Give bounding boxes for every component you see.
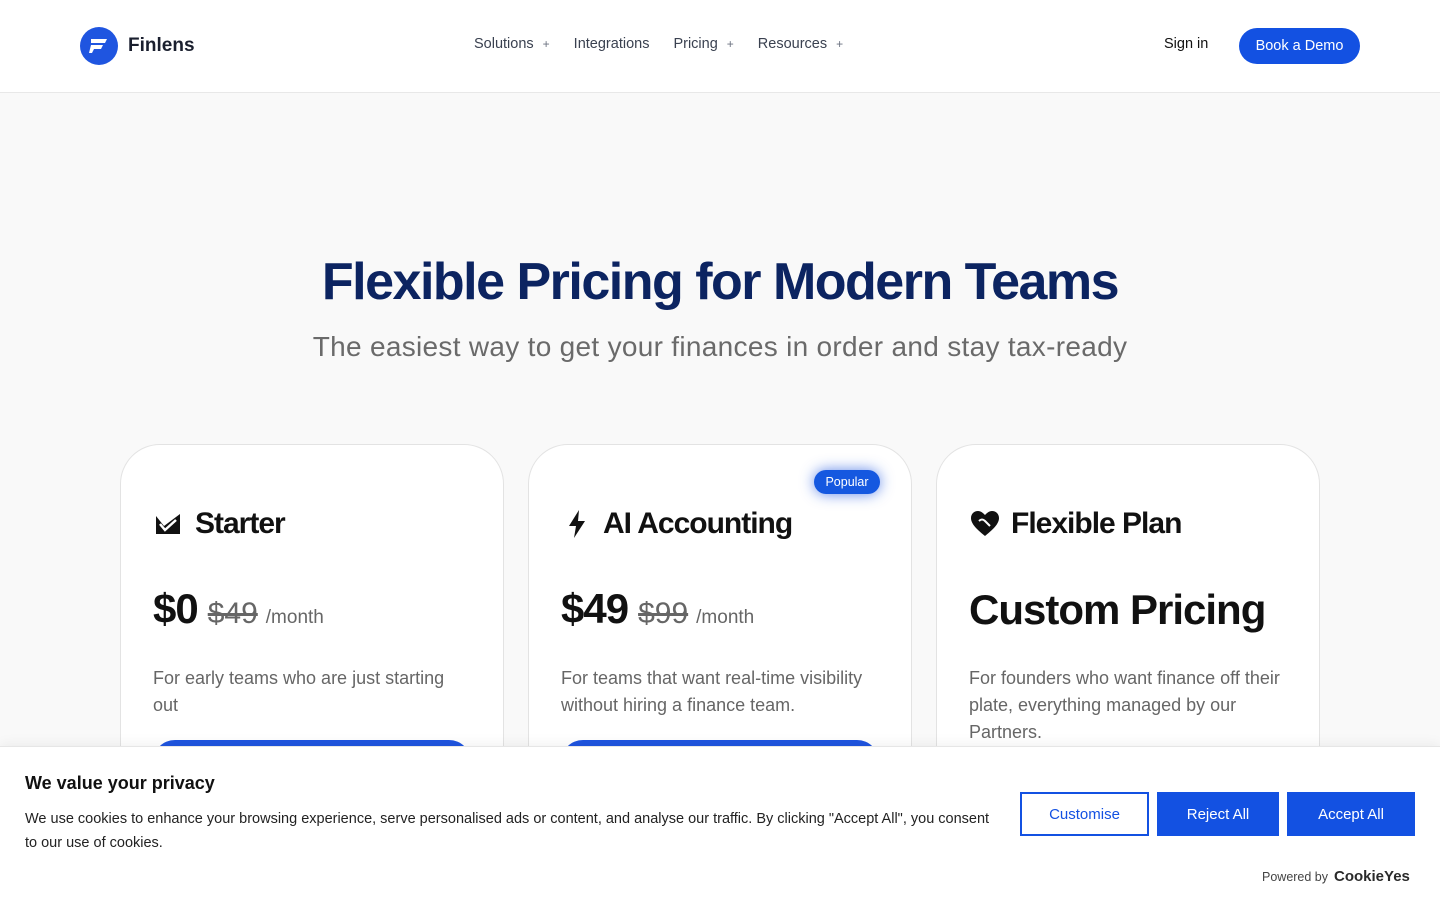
heart-icon [969, 508, 1001, 540]
nav-solutions-label: Solutions [474, 36, 534, 52]
nav-solutions[interactable]: Solutions + [474, 36, 550, 52]
reject-all-button[interactable]: Reject All [1157, 792, 1279, 836]
nav-integrations-label: Integrations [573, 36, 650, 52]
powered-by: Powered by CookieYes [1262, 868, 1410, 885]
plus-icon: + [542, 37, 550, 51]
plus-icon: + [836, 37, 844, 51]
price-row: $49 $99 /month [561, 585, 754, 633]
cookie-banner: We value your privacy We use cookies to … [0, 746, 1440, 900]
page-title: Flexible Pricing for Modern Teams [321, 253, 1120, 311]
brand-name: Finlens [128, 35, 195, 56]
cookie-title: We value your privacy [25, 773, 215, 793]
powered-by-label: Powered by [1262, 869, 1329, 884]
plan-name: Starter [195, 507, 286, 540]
plan-description: For teams that want real-time visibility… [561, 668, 863, 715]
nav-integrations[interactable]: Integrations [574, 36, 650, 52]
plan-header: AI Accounting [561, 507, 793, 541]
accept-all-button[interactable]: Accept All [1287, 792, 1415, 836]
plan-header: Flexible Plan [969, 507, 1182, 541]
cookieyes-logo[interactable]: CookieYes [1334, 868, 1410, 885]
plan-old-price: $99 [638, 597, 689, 630]
nav-pricing[interactable]: Pricing + [673, 36, 733, 52]
plan-name: Flexible Plan [1011, 507, 1182, 540]
site-header: Finlens Solutions + Integrations Pricing… [0, 0, 1440, 93]
plan-name: AI Accounting [603, 507, 793, 540]
popular-badge: Popular [814, 470, 880, 494]
plus-icon: + [726, 37, 734, 51]
nav-resources-label: Resources [757, 36, 828, 52]
starter-check-icon [153, 508, 185, 540]
plan-description: For early teams who are just starting ou… [153, 668, 445, 715]
plan-price: Custom Pricing [969, 586, 1266, 633]
plan-period: /month [265, 607, 324, 628]
cookie-text: We use cookies to enhance your browsing … [25, 811, 990, 851]
plan-old-price: $49 [207, 597, 258, 630]
plan-price: $49 [561, 585, 629, 632]
customise-button[interactable]: Customise [1020, 792, 1149, 836]
price-row: $0 $49 /month [153, 585, 324, 633]
page-subtitle: The easiest way to get your finances in … [312, 331, 1128, 362]
nav-resources[interactable]: Resources + [758, 36, 843, 52]
brand-logo[interactable]: Finlens [80, 27, 195, 65]
main-nav: Solutions + Integrations Pricing + Resou… [474, 36, 867, 52]
plan-period: /month [696, 607, 755, 628]
finlens-logo-icon [80, 27, 118, 65]
nav-pricing-label: Pricing [673, 36, 718, 52]
plan-header: Starter [153, 507, 286, 541]
plan-price: $0 [153, 585, 199, 632]
lightning-bolt-icon [561, 508, 593, 540]
sign-in-link[interactable]: Sign in [1164, 36, 1208, 52]
book-demo-button[interactable]: Book a Demo [1239, 28, 1360, 64]
plan-description: For founders who want finance off their … [969, 668, 1280, 742]
